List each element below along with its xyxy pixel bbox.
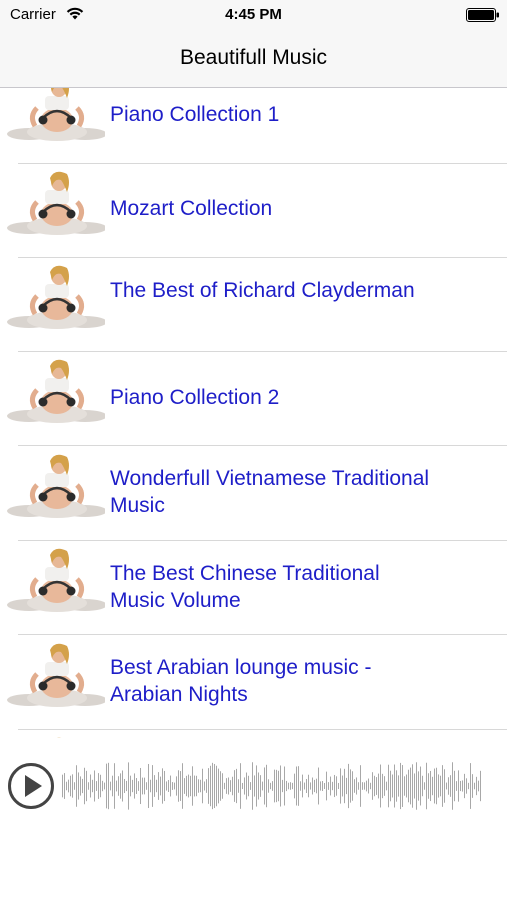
list-item[interactable]: Piano Collection 1 bbox=[0, 88, 507, 164]
status-bar: Carrier 4:45 PM bbox=[0, 0, 507, 30]
album-thumbnail bbox=[7, 88, 105, 146]
row-divider bbox=[18, 634, 507, 635]
audio-player bbox=[0, 740, 507, 830]
album-thumbnail bbox=[7, 642, 105, 712]
album-thumbnail bbox=[7, 264, 105, 334]
list-item-label: Piano Collection 2 bbox=[110, 386, 280, 409]
list-item[interactable]: The Best Chinese Traditional Music Volum… bbox=[0, 541, 507, 635]
list-item-label: The Best Chinese Traditional Music Volum… bbox=[110, 562, 380, 612]
music-list: Piano Collection 1 Mozart Collection The… bbox=[0, 88, 507, 738]
navigation-bar: Beautifull Music bbox=[0, 30, 507, 88]
play-icon[interactable] bbox=[7, 762, 55, 810]
list-item-label: Piano Collection 1 bbox=[110, 103, 280, 126]
page-title: Beautifull Music bbox=[179, 46, 328, 69]
list-item-label: The Best of Richard Clayderman bbox=[110, 279, 415, 302]
album-thumbnail bbox=[7, 736, 105, 738]
list-item[interactable]: Wonderfull Vietnamese Traditional Music bbox=[0, 447, 507, 541]
row-divider bbox=[18, 445, 507, 446]
list-item[interactable]: Best Arabian lounge music - Arabian Nigh… bbox=[0, 636, 507, 730]
album-thumbnail bbox=[7, 453, 105, 523]
album-thumbnail bbox=[7, 547, 105, 617]
list-item[interactable] bbox=[0, 730, 507, 738]
album-thumbnail bbox=[7, 170, 105, 240]
battery-icon bbox=[466, 8, 499, 22]
list-item[interactable]: Mozart Collection bbox=[0, 164, 507, 258]
list-item-label: Wonderfull Vietnamese Traditional Music bbox=[110, 467, 430, 517]
audio-waveform[interactable] bbox=[62, 760, 482, 812]
list-item[interactable]: The Best of Richard Clayderman bbox=[0, 258, 507, 352]
list-item[interactable]: Piano Collection 2 bbox=[0, 352, 507, 446]
status-time: 4:45 PM bbox=[225, 6, 282, 23]
album-thumbnail bbox=[7, 358, 105, 428]
list-item-label: Best Arabian lounge music - Arabian Nigh… bbox=[110, 656, 372, 706]
list-item-label: Mozart Collection bbox=[110, 197, 273, 220]
